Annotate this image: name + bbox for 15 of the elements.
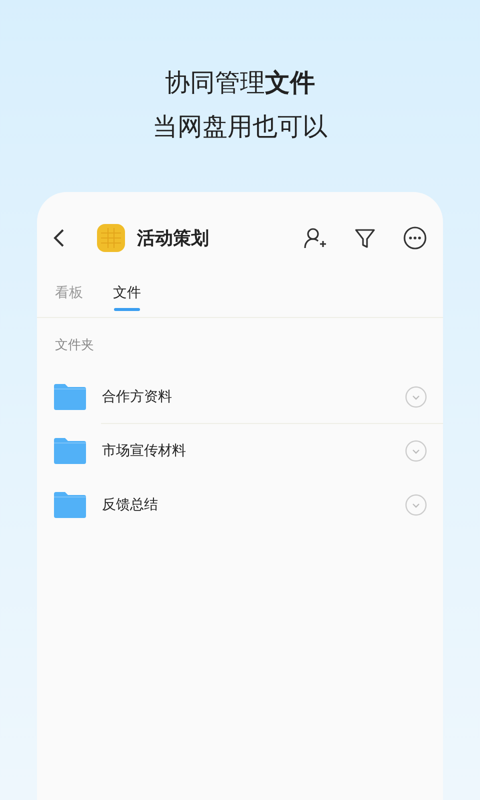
folder-icon <box>53 383 87 411</box>
project-title: 活动策划 <box>137 227 210 250</box>
tab[interactable]: 文件 <box>113 284 141 317</box>
add-member-icon[interactable] <box>303 226 327 250</box>
folder-name[interactable]: 市场宣传材料 <box>102 442 405 460</box>
folder-icon <box>53 437 87 465</box>
headline: 协同管理文件 <box>165 67 315 99</box>
project-icon <box>97 224 125 252</box>
folder-name[interactable]: 反馈总结 <box>102 496 405 514</box>
folder-icon <box>53 491 87 519</box>
folder-name[interactable]: 合作方资料 <box>102 388 405 406</box>
filter-icon[interactable] <box>353 226 377 250</box>
more-icon[interactable] <box>403 226 427 250</box>
subheadline: 当网盘用也可以 <box>152 111 328 143</box>
section-label: 文件夹 <box>54 337 95 355</box>
